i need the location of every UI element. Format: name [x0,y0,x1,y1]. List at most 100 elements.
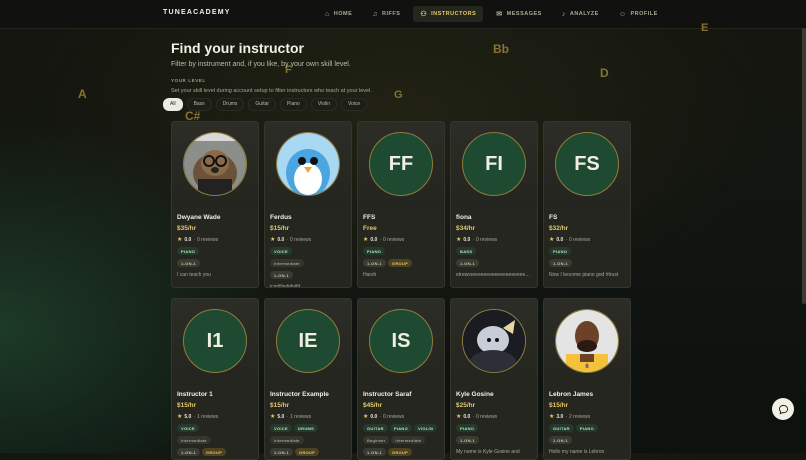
instruments-tag: VOICE [270,247,292,255]
card-body: Instructor Example $15/hr ★ 5.0 · 1 reviews VO… [265,385,351,456]
nav-riffs[interactable]: ♫ RIFFS [365,6,407,22]
instructor-card[interactable]: Dwyane Wade $35/hr ★ 0.0 · 0 reviews PIANO 1-ON… [171,121,259,288]
star-icon: ★ [456,414,462,420]
separator: · [379,236,382,243]
review-count: 1 reviews [197,413,219,420]
app-logo[interactable]: TUNEACADEMY [163,9,231,16]
chat-button[interactable] [772,398,794,420]
avatar-initials: FS [574,152,600,175]
filter-chip-bass[interactable]: Bass [186,98,212,111]
star-icon: ★ [363,414,369,420]
separator: · [379,413,382,420]
home-icon: ⌂ [325,10,330,18]
filter-chip-voice[interactable]: Voice [340,98,368,111]
formats-tag: 1-ON-1 [549,259,572,267]
card-header: IS [358,299,444,385]
nav-home[interactable]: ⌂ HOME [318,6,359,22]
card-body: Instructor 1 $15/hr ★ 5.0 · 1 reviews VOICE Int… [172,385,258,456]
filter-chip-guitar[interactable]: Guitar [248,98,277,111]
filter-chip-all[interactable]: All [163,98,183,111]
formats-tags: 1-ON-1 GROUP [177,448,253,456]
card-header: IE [265,299,351,385]
card-header: FF [358,122,444,208]
instructor-price: $34/hr [456,225,476,232]
review-count: 0 reviews [197,236,219,243]
instruments-tag: GUITAR [363,424,388,432]
instructor-name: Instructor Example [270,391,329,398]
formats-tag: 1-ON-1 [456,436,479,444]
instructor-card[interactable]: I1 Instructor 1 $15/hr ★ 5.0 · 1 reviews VOICE I… [171,298,259,460]
formats-tags: 1-ON-1 [549,436,625,444]
page-scrollbar[interactable] [802,28,806,304]
card-header: I1 [172,299,258,385]
avatar [462,309,526,373]
instructor-card[interactable]: FS FS $32/hr ★ 0.0 · 0 reviews PIANO 1-ON-1 Now I… [543,121,631,288]
instructor-name: Lebron James [549,391,594,398]
floating-note: D [600,66,609,80]
instruments-tag: PIANO [575,424,599,432]
card-body: FS $32/hr ★ 0.0 · 0 reviews PIANO 1-ON-1 Now I b… [544,208,630,278]
instructor-name: Dwyane Wade [177,214,221,221]
rating-value: 0.0 [463,413,471,420]
filter-chip-violin[interactable]: Violin [310,98,337,111]
formats-tag: GROUP [294,448,320,456]
instructor-card[interactable]: IS Instructor Saraf $45/hr ★ 0.0 · 0 reviews GU… [357,298,445,460]
instructor-price: Free [363,225,377,232]
instructor-price: $45/hr [363,402,383,409]
instructor-rating: ★ 0.0 · 0 reviews [363,236,439,244]
avatar: 6 [555,309,619,373]
formats-tag: 1-ON-1 [456,259,479,267]
card-body: Dwyane Wade $35/hr ★ 0.0 · 0 reviews PIANO 1-ON… [172,208,258,278]
rating-value: 0.0 [370,236,378,243]
instructor-name: FS [549,214,558,221]
formats-tags: 1-ON-1 GROUP [270,448,346,456]
levels-tag: Intermediate [270,259,304,267]
page-subtitle: Filter by instrument and, if you like, b… [171,61,351,68]
level-hint: Set your skill level during account setu… [171,88,372,94]
instructor-price: $15/hr [549,402,569,409]
instructor-card[interactable]: 6 Lebron James $15/hr ★ 3.0 · 2 reviews GUITAR P… [543,298,631,460]
instruments-tags: VOICE DRUMS [270,424,346,432]
instructor-name: Ferdus [270,214,292,221]
star-icon: ★ [270,237,276,243]
avatar: FI [462,132,526,196]
nav-label: RIFFS [381,11,401,17]
instructor-card[interactable]: Kyle Gosine $25/hr ★ 0.0 · 0 reviews PIANO 1-ON… [450,298,538,460]
chat-bubble-icon [778,404,788,414]
instructor-name: Instructor 1 [177,391,213,398]
card-header: 6 [544,299,630,385]
nav-instructors[interactable]: ⚇ INSTRUCTORS [413,6,484,22]
floating-note: Bb [493,42,509,56]
page-title: Find your instructor [171,40,304,56]
card-body: FFS Free ★ 0.0 · 0 reviews PIANO 1-ON-1 GROUP Har… [358,208,444,278]
nav-messages[interactable]: ✉ MESSAGES [489,6,549,22]
card-header [172,122,258,208]
formats-tags: 1-ON-1 GROUP [363,448,439,456]
nav-profile[interactable]: ☺ PROFILE [612,6,665,22]
instruments-tag: VOICE [270,424,292,432]
rating-value: 0.0 [184,236,192,243]
instruments-tags: VOICE [177,424,253,432]
instruments-tag: VIOLIN [414,424,438,432]
instructor-card[interactable]: FI fiona $34/hr ★ 0.0 · 0 reviews BASS 1-ON-1 etr… [450,121,538,288]
instructor-name: Instructor Saraf [363,391,412,398]
card-body: Ferdus $15/hr ★ 0.0 · 0 reviews VOICE Intermedi… [265,208,351,287]
levels-tag: Intermediate [177,436,211,444]
instructor-card[interactable]: IE Instructor Example $15/hr ★ 5.0 · 1 reviews… [264,298,352,460]
rating-value: 0.0 [556,236,564,243]
separator: · [565,413,568,420]
instructor-card[interactable]: Ferdus $15/hr ★ 0.0 · 0 reviews VOICE Intermedi… [264,121,352,288]
avatar-initials: FI [485,152,503,175]
instructor-card[interactable]: FF FFS Free ★ 0.0 · 0 reviews PIANO 1-ON-1 GROUP H… [357,121,445,288]
formats-tag: GROUP [387,259,413,267]
formats-tags: 1-ON-1 [456,436,532,444]
avatar: FS [555,132,619,196]
filter-chip-drums[interactable]: Drums [215,98,245,111]
instructor-bio: Hello my name is Lebron [549,449,605,455]
main-nav: ⌂ HOME ♫ RIFFS ⚇ INSTRUCTORS ✉ MESSAGES ♪ ANALYZE… [318,6,665,22]
filter-chip-piano[interactable]: Piano [280,98,307,111]
nav-analyze[interactable]: ♪ ANALYZE [555,6,606,22]
instruments-tag: PIANO [456,424,479,432]
level-section-label: YOUR LEVEL [171,78,206,83]
music-icon: ♫ [372,10,378,18]
